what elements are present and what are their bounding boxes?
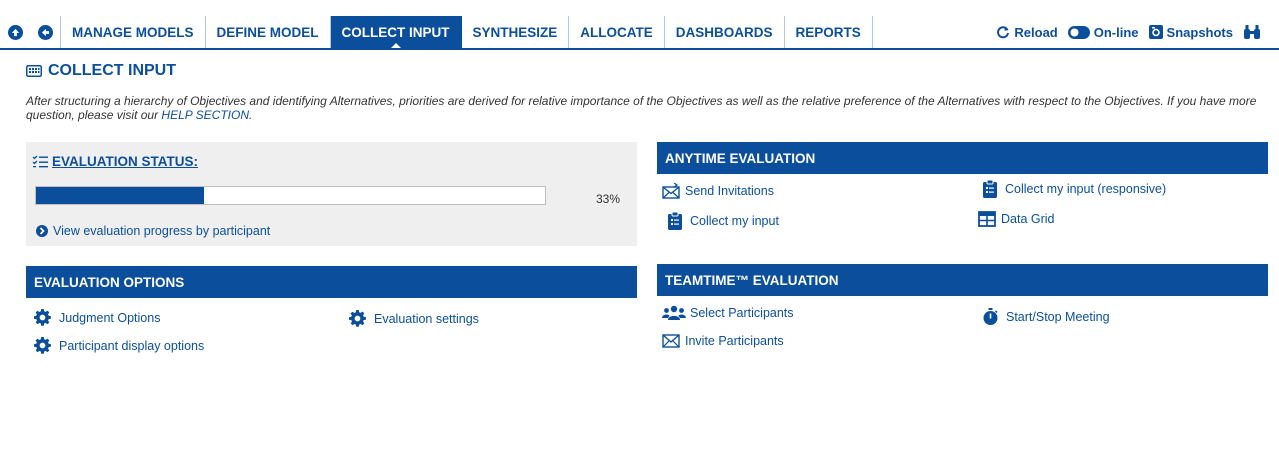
snapshots-button[interactable]: Snapshots xyxy=(1148,24,1233,40)
keyboard-icon xyxy=(26,65,42,77)
collect-my-input-responsive-link[interactable]: Collect my input (responsive) xyxy=(983,180,1166,198)
participant-display-options-label: Participant display options xyxy=(59,338,205,353)
tab-collect-input[interactable]: COLLECT INPUT xyxy=(330,16,462,48)
intro-end: . xyxy=(249,108,253,122)
users-icon xyxy=(662,305,686,320)
progress-bar-fill xyxy=(36,187,204,204)
invite-participants-link[interactable]: Invite Participants xyxy=(662,334,784,348)
send-invitations-link[interactable]: Send Invitations xyxy=(662,183,774,199)
camera-icon xyxy=(1148,25,1163,39)
nav-actions: Reload On-line Snapshots xyxy=(986,16,1279,48)
page-title: COLLECT INPUT xyxy=(26,62,176,80)
circle-left-arrow-icon xyxy=(37,24,53,40)
evaluation-status-title: EVALUATION STATUS: xyxy=(52,154,198,169)
gear-icon xyxy=(349,310,366,327)
view-progress-label: View evaluation progress by participant xyxy=(53,224,271,238)
main-nav: MANAGE MODELS DEFINE MODEL COLLECT INPUT… xyxy=(0,16,1279,50)
start-stop-meeting-label: Start/Stop Meeting xyxy=(1006,309,1110,324)
start-stop-meeting-link[interactable]: Start/Stop Meeting xyxy=(983,308,1110,325)
tab-define-model[interactable]: DEFINE MODEL xyxy=(206,16,331,48)
reload-button[interactable]: Reload xyxy=(996,24,1058,40)
reload-icon xyxy=(997,26,1010,39)
intro-text: After structuring a hierarchy of Objecti… xyxy=(26,94,1266,122)
reload-label: Reload xyxy=(1014,24,1058,40)
view-progress-link[interactable]: View evaluation progress by participant xyxy=(36,224,270,238)
send-invitations-label: Send Invitations xyxy=(685,184,774,198)
online-label: On-line xyxy=(1093,24,1139,40)
binoculars-icon xyxy=(1244,25,1260,39)
find-button[interactable] xyxy=(1243,24,1265,40)
teamtime-evaluation-title: TEAMTIME™ EVALUATION xyxy=(665,272,839,288)
back-button[interactable] xyxy=(30,16,60,48)
select-participants-label: Select Participants xyxy=(690,306,794,320)
collect-my-input-responsive-label: Collect my input (responsive) xyxy=(1005,182,1167,196)
tab-manage-models[interactable]: MANAGE MODELS xyxy=(60,16,206,48)
evaluation-settings-label: Evaluation settings xyxy=(374,311,479,326)
anytime-evaluation-title: ANYTIME EVALUATION xyxy=(665,150,816,166)
collect-my-input-link[interactable]: Collect my input xyxy=(668,212,779,230)
evaluation-settings-link[interactable]: Evaluation settings xyxy=(349,310,479,327)
envelope-icon xyxy=(662,183,680,199)
up-button[interactable] xyxy=(0,16,30,48)
progress-percent: 33% xyxy=(596,192,621,206)
top-bar: MANAGE MODELS DEFINE MODEL COLLECT INPUT… xyxy=(0,0,1279,50)
evaluation-options-title: EVALUATION OPTIONS xyxy=(34,274,185,290)
gear-icon xyxy=(34,309,51,326)
gear-icon xyxy=(34,337,51,354)
snapshots-label: Snapshots xyxy=(1166,24,1233,40)
clipboard-icon xyxy=(668,212,682,230)
toggle-on-icon xyxy=(1067,25,1090,39)
participant-display-options-link[interactable]: Participant display options xyxy=(34,337,204,354)
online-toggle[interactable]: On-line xyxy=(1067,24,1139,40)
judgment-options-link[interactable]: Judgment Options xyxy=(34,309,160,326)
page-title-text: COLLECT INPUT xyxy=(48,62,176,79)
tab-dashboards[interactable]: DASHBOARDS xyxy=(665,16,785,48)
table-icon xyxy=(978,211,996,227)
circle-chevron-right-icon xyxy=(36,225,48,237)
evaluation-status-panel: EVALUATION STATUS: 33% View evaluation p… xyxy=(26,142,637,246)
checklist-icon xyxy=(32,155,48,168)
data-grid-label: Data Grid xyxy=(1001,212,1055,226)
tab-reports[interactable]: REPORTS xyxy=(785,16,873,48)
circle-up-arrow-icon xyxy=(7,24,23,40)
anytime-evaluation-header: ANYTIME EVALUATION xyxy=(657,142,1268,174)
tab-allocate[interactable]: ALLOCATE xyxy=(569,16,665,48)
teamtime-evaluation-header: TEAMTIME™ EVALUATION xyxy=(657,264,1268,296)
select-participants-link[interactable]: Select Participants xyxy=(662,305,794,321)
evaluation-options-header: EVALUATION OPTIONS xyxy=(26,266,637,298)
progress-bar xyxy=(35,186,546,205)
invite-participants-label: Invite Participants xyxy=(685,334,784,348)
collect-my-input-label: Collect my input xyxy=(690,214,779,228)
stopwatch-icon xyxy=(983,308,998,325)
clipboard-icon xyxy=(983,180,997,198)
envelope-icon xyxy=(662,334,680,348)
data-grid-link[interactable]: Data Grid xyxy=(978,211,1055,227)
tab-synthesize[interactable]: SYNTHESIZE xyxy=(462,16,570,48)
help-section-link[interactable]: HELP SECTION xyxy=(161,108,249,122)
evaluation-status-heading: EVALUATION STATUS: xyxy=(32,154,198,169)
judgment-options-label: Judgment Options xyxy=(59,310,161,325)
